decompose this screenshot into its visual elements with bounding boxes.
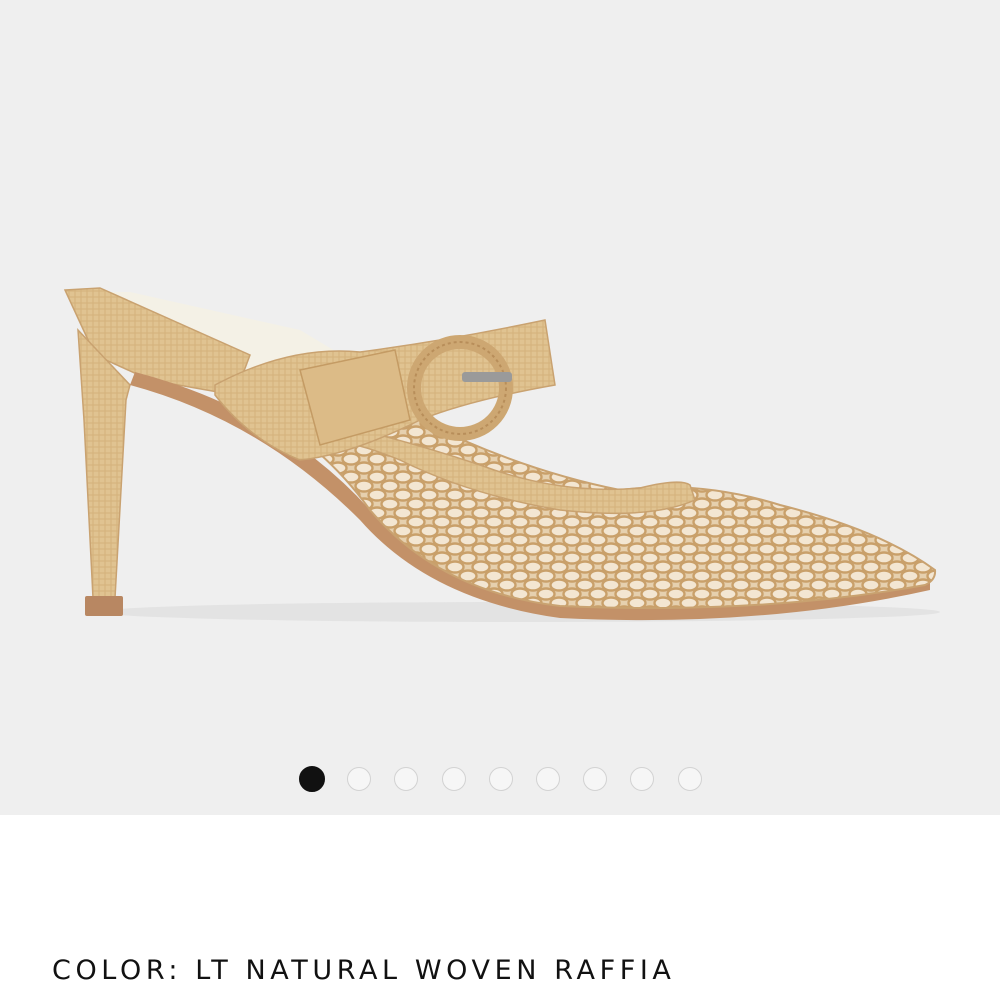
image-carousel-pagination (0, 766, 1000, 794)
color-label: COLOR: (52, 955, 183, 986)
carousel-dot-1[interactable] (299, 766, 325, 792)
product-image-gallery[interactable] (0, 0, 1000, 815)
carousel-dot-3[interactable] (394, 767, 418, 791)
carousel-dot-2[interactable] (347, 767, 371, 791)
color-selection-label: COLOR: LT NATURAL WOVEN RAFFIA (52, 955, 675, 986)
carousel-dot-7[interactable] (583, 767, 607, 791)
carousel-dot-5[interactable] (489, 767, 513, 791)
carousel-dot-9[interactable] (678, 767, 702, 791)
product-image (63, 287, 940, 622)
carousel-dot-6[interactable] (536, 767, 560, 791)
color-value: LT NATURAL WOVEN RAFFIA (195, 955, 676, 986)
carousel-dot-4[interactable] (442, 767, 466, 791)
product-info: COLOR: LT NATURAL WOVEN RAFFIA (0, 815, 1000, 1000)
carousel-dot-8[interactable] (630, 767, 654, 791)
